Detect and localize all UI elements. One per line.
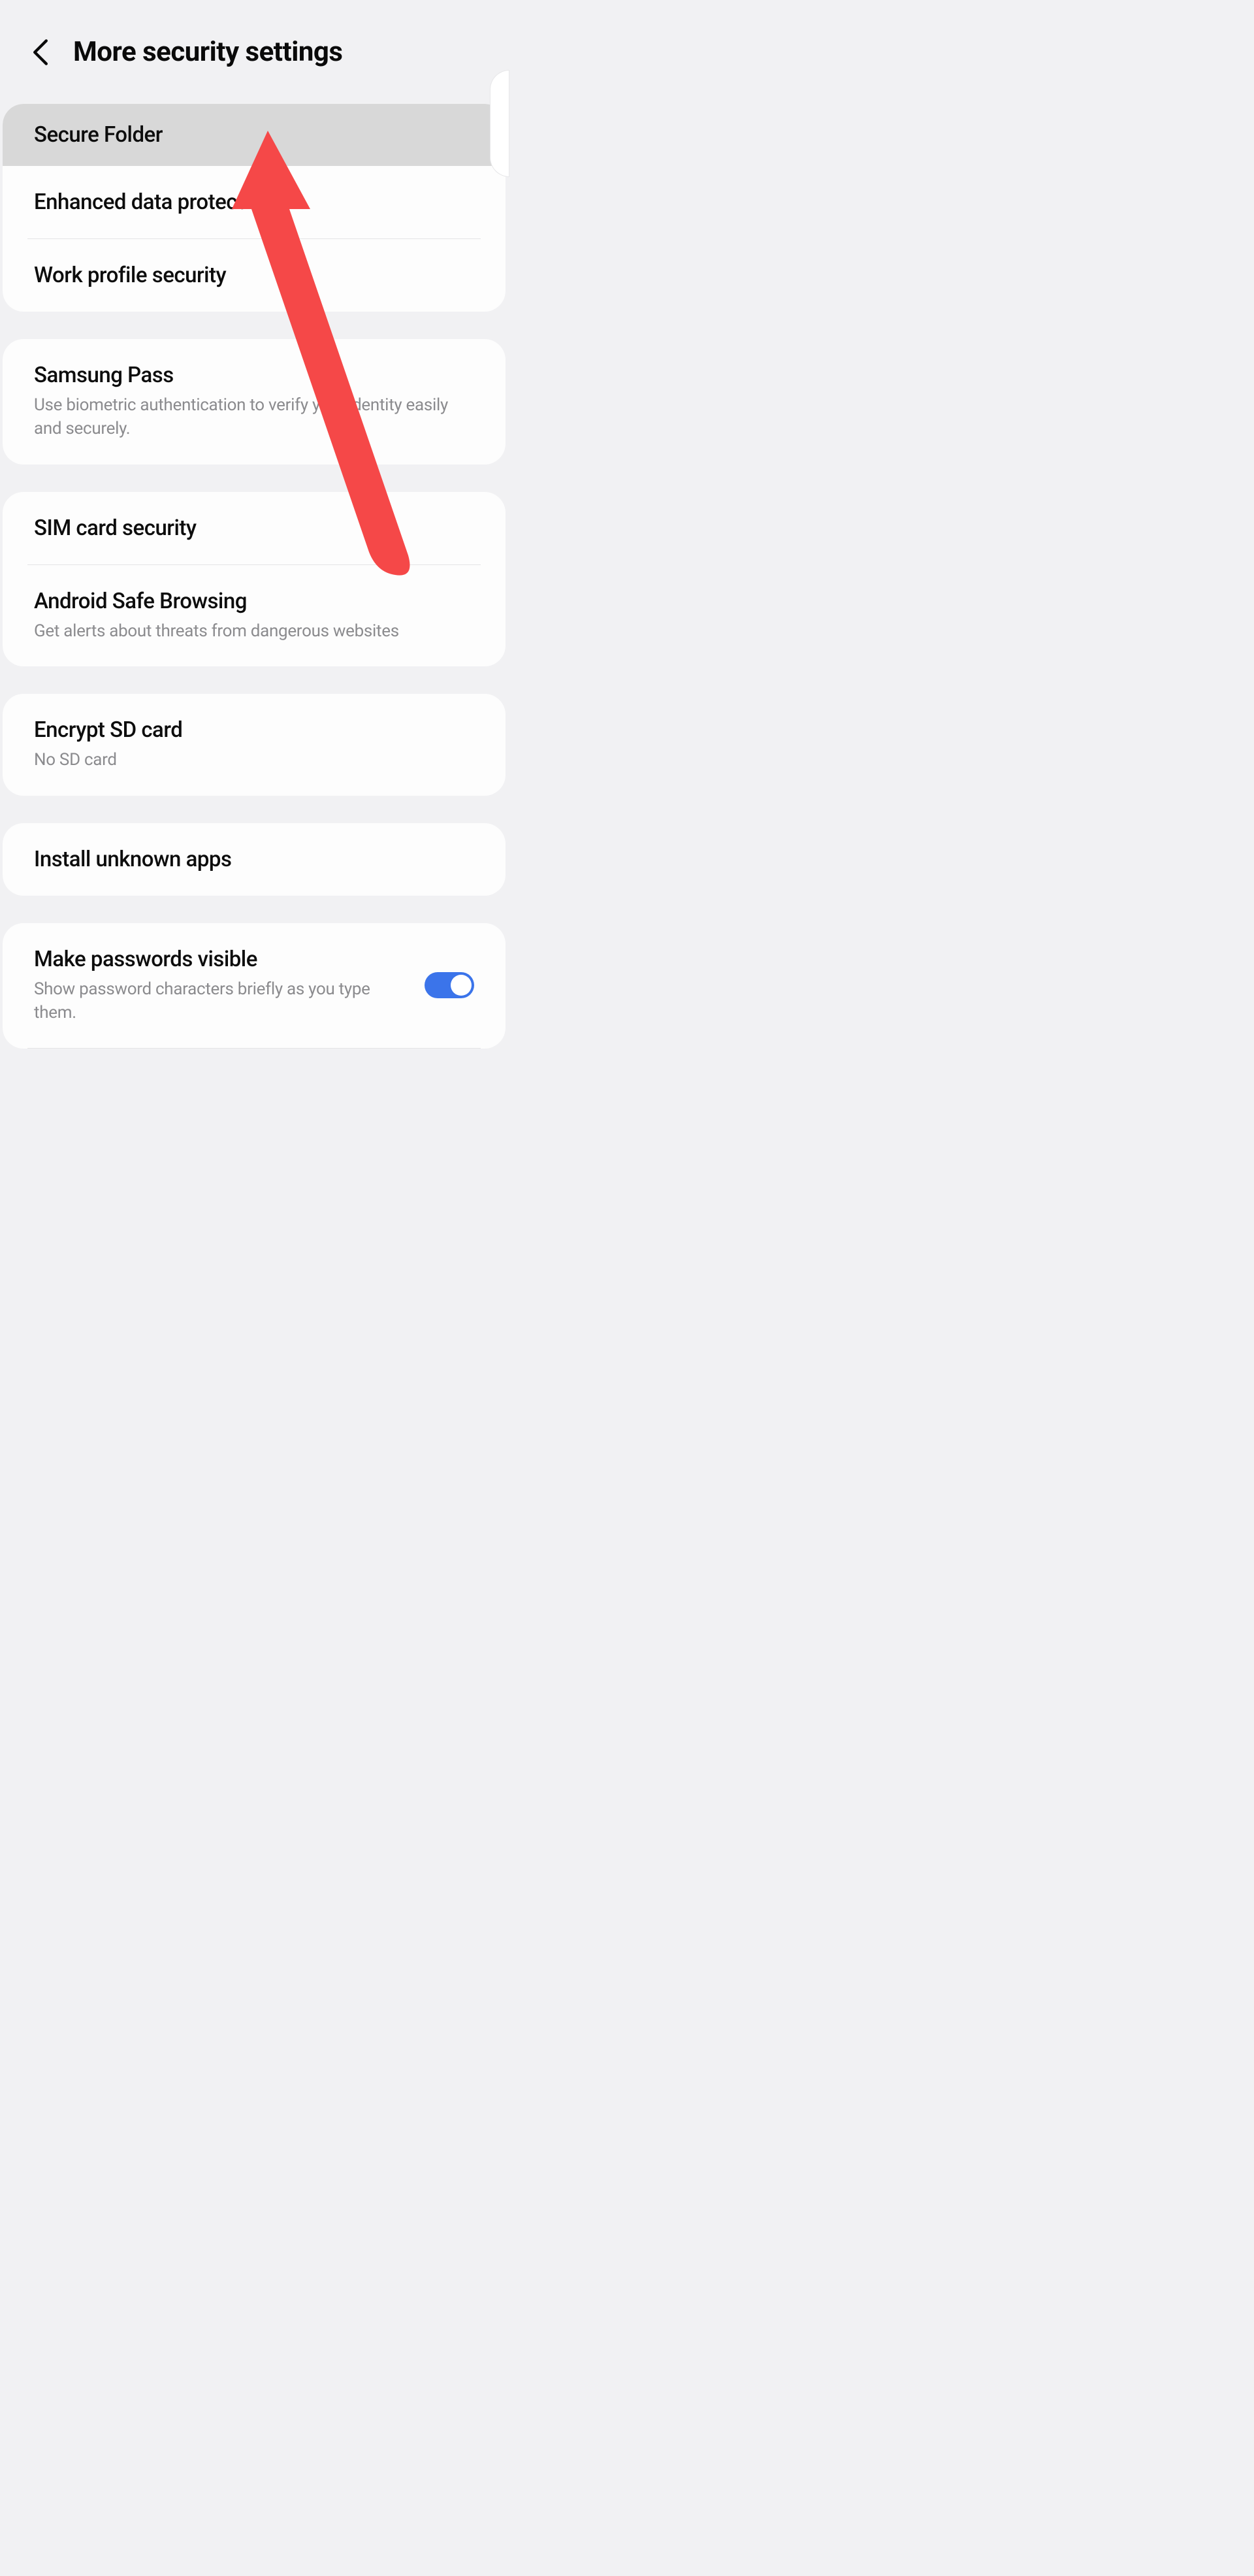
page-header: More security settings	[0, 0, 508, 104]
setting-install-unknown-apps[interactable]: Install unknown apps	[3, 823, 506, 896]
divider	[27, 1048, 481, 1049]
setting-make-passwords-visible[interactable]: Make passwords visible Show password cha…	[3, 923, 506, 1049]
setting-samsung-pass[interactable]: Samsung Pass Use biometric authenticatio…	[3, 339, 506, 465]
setting-sim-card-security[interactable]: SIM card security	[3, 492, 506, 564]
settings-group: Encrypt SD card No SD card	[3, 694, 506, 795]
settings-group: SIM card security Android Safe Browsing …	[3, 492, 506, 666]
side-panel-edge	[490, 70, 509, 177]
setting-enhanced-data-protection[interactable]: Enhanced data protection	[3, 166, 506, 238]
page-title: More security settings	[73, 36, 342, 68]
passwords-visible-toggle[interactable]	[425, 972, 474, 998]
back-icon[interactable]	[31, 38, 50, 67]
toggle-knob	[451, 975, 472, 996]
settings-group: Secure Folder Enhanced data protection W…	[3, 104, 506, 312]
settings-group: Install unknown apps	[3, 823, 506, 896]
setting-encrypt-sd-card[interactable]: Encrypt SD card No SD card	[3, 694, 506, 795]
settings-group: Samsung Pass Use biometric authenticatio…	[3, 339, 506, 465]
setting-secure-folder[interactable]: Secure Folder	[3, 104, 506, 166]
setting-android-safe-browsing[interactable]: Android Safe Browsing Get alerts about t…	[3, 565, 506, 666]
settings-group: Make passwords visible Show password cha…	[3, 923, 506, 1049]
setting-work-profile-security[interactable]: Work profile security	[3, 239, 506, 312]
